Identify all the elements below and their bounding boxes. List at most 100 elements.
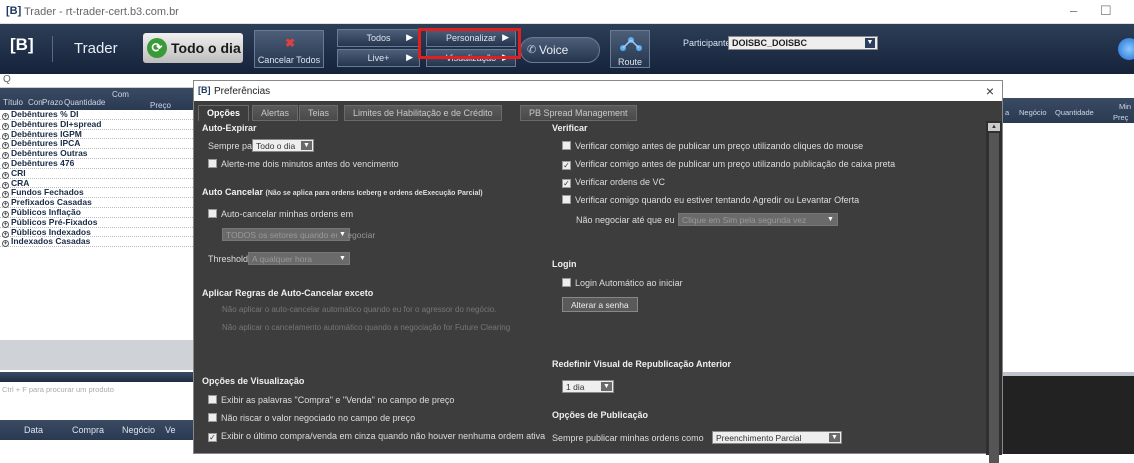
auto-cancelar-select-value: TODOS os setores quando eu negociar [226, 230, 376, 240]
col-preco[interactable]: Preç [1113, 113, 1128, 122]
auto-cancelar-checkbox[interactable] [208, 209, 217, 218]
tab-limites[interactable]: Limites de Habilitação e de Crédito [344, 105, 502, 121]
verificar-option-2[interactable]: ✓ Verificar comigo antes de publicar um p… [562, 159, 895, 170]
auto-cancelar-select[interactable]: TODOS os setores quando eu negociar ▼ [222, 228, 375, 241]
login-auto-checkbox[interactable] [562, 278, 571, 287]
col-con[interactable]: Con [28, 98, 43, 107]
col-titulo[interactable]: Título [3, 98, 23, 107]
col-negocio[interactable]: Negócio [1019, 108, 1047, 117]
expand-icon[interactable]: + [2, 210, 9, 218]
participante-select[interactable]: DOISBC_DOISBC ▼ [728, 36, 878, 50]
col-prazo[interactable]: Prazo [42, 98, 63, 107]
todo-o-dia-button[interactable]: ⟳ Todo o dia [143, 33, 243, 63]
col-preco[interactable]: Preço [150, 101, 171, 110]
list-item[interactable]: + Debêntures 476 [0, 158, 193, 169]
verificar-checkbox-1[interactable] [562, 141, 571, 150]
right-column-header: a Negócio Quantidade Min Preç [983, 98, 1134, 123]
verificar-checkbox-4[interactable] [562, 195, 571, 204]
horizontal-scrollbar[interactable] [0, 372, 193, 382]
vis-label-1: Exibir as palavras "Compra" e "Venda" no… [221, 395, 455, 405]
auto-cancelar-option[interactable]: Auto-cancelar minhas ordens em [208, 209, 353, 219]
vis-option-2[interactable]: Não riscar o valor negociado no campo de… [208, 413, 415, 423]
regras-line-1: Não aplicar o auto-cancelar automático q… [222, 305, 497, 314]
globe-icon[interactable] [1118, 38, 1134, 60]
nao-negociar-select[interactable]: Clique em Sim pela segunda vez ▼ [678, 213, 838, 226]
verificar-label-2: Verificar comigo antes de publicar um pr… [575, 159, 896, 169]
route-label: Route [617, 57, 643, 67]
col-venda[interactable]: Ve [165, 425, 176, 435]
nao-negociar-value: Clique em Sim pela segunda vez [682, 215, 807, 225]
threshold-select[interactable]: A qualquer hora ▼ [248, 252, 350, 265]
vis-checkbox-2[interactable] [208, 413, 217, 422]
col-quantidade[interactable]: Quantidade [64, 98, 105, 107]
chevron-down-icon: ▼ [337, 230, 348, 239]
vis-option-1[interactable]: Exibir as palavras "Compra" e "Venda" no… [208, 395, 454, 405]
product-column-header: Título Con Prazo Quantidade Com Preço [0, 88, 193, 110]
minimize-icon[interactable]: – [1070, 3, 1077, 18]
tab-teias[interactable]: Teias [299, 105, 339, 121]
scroll-up-icon[interactable]: ▲ [988, 123, 1000, 131]
close-icon[interactable]: × [986, 83, 994, 99]
list-item-label: Públicos Pré-Fixados [11, 216, 98, 227]
verificar-checkbox-2[interactable]: ✓ [562, 161, 571, 170]
todos-dropdown[interactable]: Todos ▶ [337, 29, 420, 47]
tab-opcoes[interactable]: Opções [198, 105, 250, 121]
cancelar-todos-label: Cancelar Todos [257, 55, 321, 65]
redefinir-select[interactable]: 1 dia ▼ [562, 380, 614, 393]
arrow-right-icon: ▶ [406, 32, 413, 42]
maximize-icon[interactable]: ☐ [1100, 3, 1112, 19]
live-dropdown[interactable]: Live+ ▶ [337, 49, 420, 67]
expand-icon[interactable]: + [2, 171, 9, 179]
col-min[interactable]: Min [1119, 102, 1131, 111]
expand-icon[interactable]: + [2, 220, 9, 228]
tab-pb-spread[interactable]: PB Spread Management [520, 105, 637, 121]
redefinir-heading: Redefinir Visual de Republicação Anterio… [552, 359, 732, 369]
todos-label: Todos [366, 33, 391, 43]
alerte-option[interactable]: Alerte-me dois minutos antes do vencimen… [208, 159, 399, 169]
chevron-down-icon: ▼ [825, 215, 836, 224]
scrollbar-thumb[interactable] [989, 133, 999, 463]
alerte-checkbox[interactable] [208, 159, 217, 168]
verificar-option-1[interactable]: Verificar comigo antes de publicar um pr… [562, 141, 863, 151]
col-compra[interactable]: Compra [72, 425, 104, 435]
col-a[interactable]: a [1005, 108, 1009, 117]
panel-divider [0, 340, 193, 370]
list-item-label: Debêntures IPCA [11, 138, 81, 149]
verificar-option-3[interactable]: ✓ Verificar ordens de VC [562, 177, 665, 188]
window-title: Trader - rt-trader-cert.b3.com.br [24, 6, 179, 18]
col-data[interactable]: Data [24, 425, 43, 435]
login-auto-option[interactable]: Login Automático ao iniciar [562, 278, 683, 288]
vis-option-3[interactable]: ✓ Exibir o último compra/venda em cinza q… [208, 431, 545, 442]
col-negocio[interactable]: Negócio [122, 425, 155, 435]
sempre-para-select[interactable]: Todo o dia ▼ [252, 139, 314, 152]
expand-icon[interactable]: + [2, 240, 9, 248]
dialog-scrollbar[interactable]: ▲ [986, 121, 1002, 463]
cancel-icon: ✖ [285, 36, 296, 50]
list-item-label: Públicos Indexados [11, 226, 91, 237]
col-quantidade[interactable]: Quantidade [1055, 108, 1094, 117]
list-item[interactable]: + Indexados Casadas [0, 236, 193, 248]
refresh-icon: ⟳ [147, 38, 167, 58]
voice-button[interactable]: ✆ Voice [520, 37, 600, 63]
vis-checkbox-3[interactable]: ✓ [208, 433, 217, 442]
verificar-option-4[interactable]: Verificar comigo quando eu estiver tenta… [562, 195, 859, 205]
participante-value: DOISBC_DOISBC [732, 38, 808, 48]
expand-icon[interactable]: + [2, 122, 9, 130]
route-button[interactable]: Route [610, 30, 650, 68]
col-compra[interactable]: Com [112, 90, 129, 99]
alterar-senha-button[interactable]: Alterar a senha [562, 297, 638, 312]
publicacao-heading: Opções de Publicação [552, 410, 649, 420]
live-label: Live+ [367, 53, 390, 63]
publicacao-select[interactable]: Preenchimento Parcial ▼ [712, 431, 842, 444]
verificar-checkbox-3[interactable]: ✓ [562, 179, 571, 188]
expand-icon[interactable]: + [2, 113, 9, 120]
login-heading: Login [552, 259, 577, 269]
preferences-dialog: [B] Preferências × Opções Alertas Teias … [193, 80, 1003, 463]
window-titlebar: [B] Trader - rt-trader-cert.b3.com.br – … [0, 0, 1134, 24]
product-search[interactable]: Q [0, 74, 193, 88]
vis-checkbox-1[interactable] [208, 395, 217, 404]
expand-icon[interactable]: + [2, 161, 9, 169]
tab-alertas[interactable]: Alertas [252, 105, 299, 121]
verificar-label-3: Verificar ordens de VC [575, 177, 666, 187]
cancelar-todos-button[interactable]: ✖ Cancelar Todos [254, 30, 324, 68]
